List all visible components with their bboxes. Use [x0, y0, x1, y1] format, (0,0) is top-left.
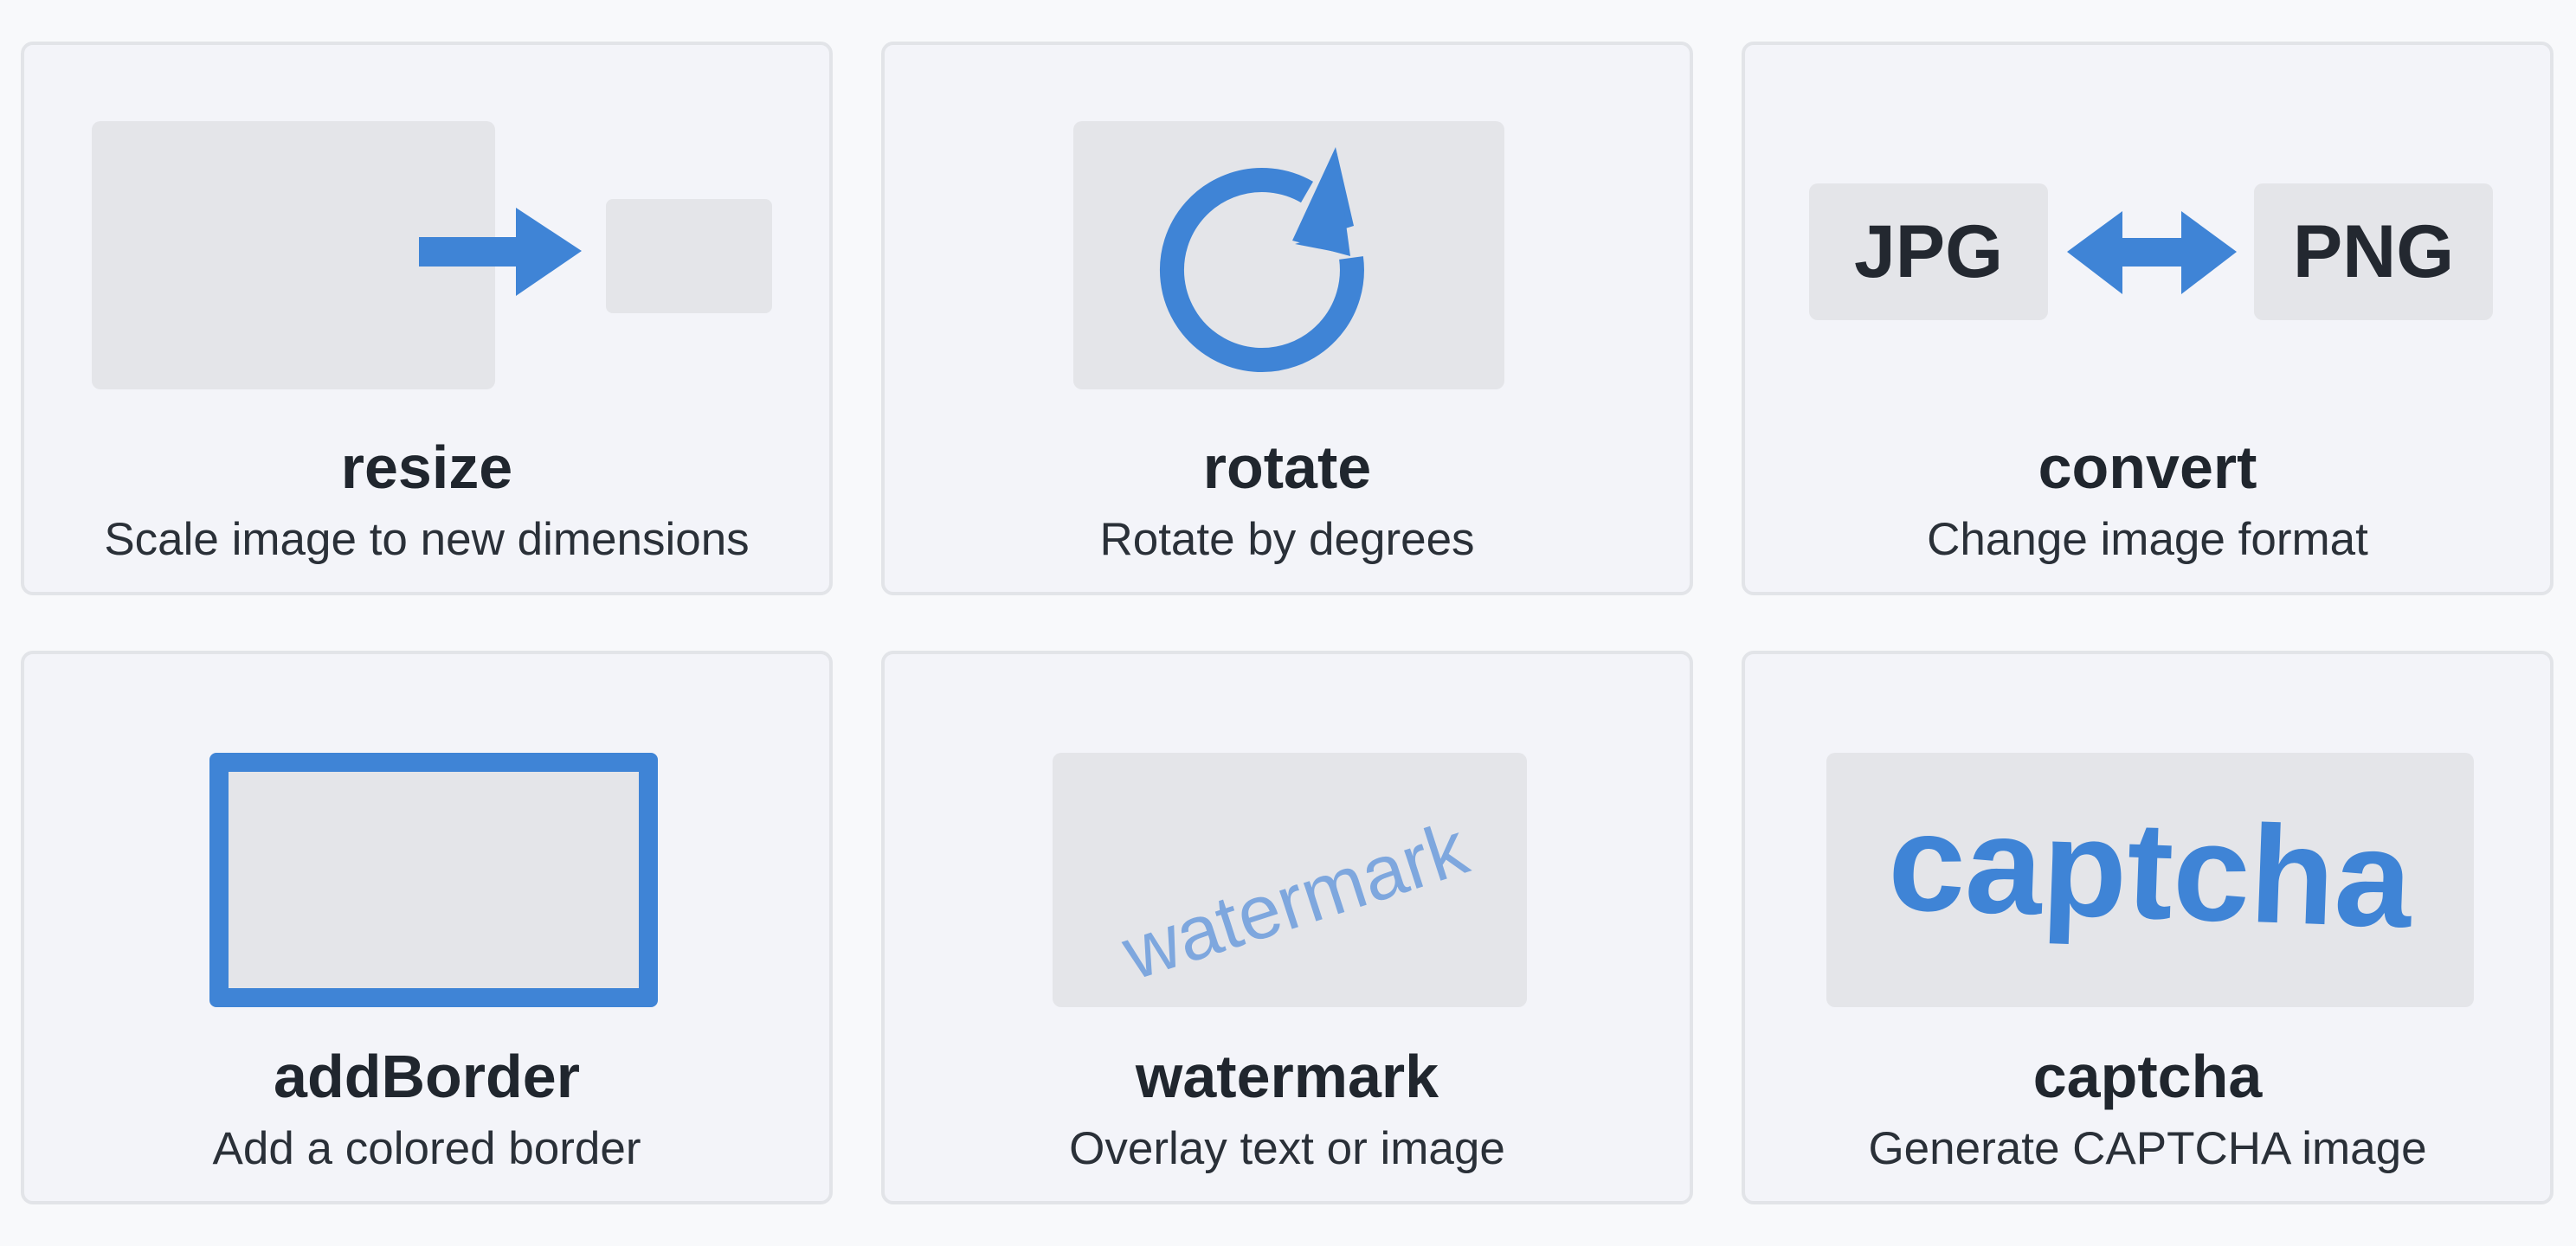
double-arrow-icon [2067, 211, 2237, 294]
tool-title: convert [2038, 434, 2257, 501]
watermark-preview: watermark [1053, 753, 1527, 1007]
captcha-text-icon: captcha [1885, 783, 2415, 957]
resize-arrow-icon [419, 208, 582, 296]
tool-card-rotate[interactable]: rotate Rotate by degrees [881, 42, 1693, 595]
tool-title: watermark [1135, 1043, 1439, 1110]
tool-title: addBorder [274, 1043, 580, 1110]
tool-card-watermark[interactable]: watermark watermark Overlay text or imag… [881, 651, 1693, 1204]
tool-description: Overlay text or image [1069, 1123, 1505, 1174]
rotate-preview [1073, 121, 1504, 389]
tool-description: Generate CAPTCHA image [1868, 1123, 2427, 1174]
tool-card-captcha[interactable]: captcha captcha Generate CAPTCHA image [1742, 651, 2553, 1204]
rotate-arrow-icon [1159, 147, 1364, 373]
format-to-badge: PNG [2254, 183, 2493, 320]
tool-description: Rotate by degrees [1099, 514, 1475, 565]
tool-title: resize [340, 434, 513, 501]
tool-title: captcha [2032, 1043, 2263, 1110]
format-from-badge: JPG [1809, 183, 2048, 320]
tool-card-convert[interactable]: JPG PNG convert Change image format [1742, 42, 2553, 595]
tool-description: Change image format [1927, 514, 2368, 565]
tool-card-resize[interactable]: resize Scale image to new dimensions [21, 42, 833, 595]
tool-card-addborder[interactable]: addBorder Add a colored border [21, 651, 833, 1204]
tool-title: rotate [1202, 434, 1372, 501]
tool-description: Scale image to new dimensions [104, 514, 750, 565]
tool-description: Add a colored border [212, 1123, 641, 1174]
captcha-preview: captcha [1826, 753, 2474, 1007]
watermark-text-icon: watermark [1112, 804, 1478, 997]
border-frame-icon [209, 753, 658, 1007]
resize-target-preview [606, 199, 772, 313]
